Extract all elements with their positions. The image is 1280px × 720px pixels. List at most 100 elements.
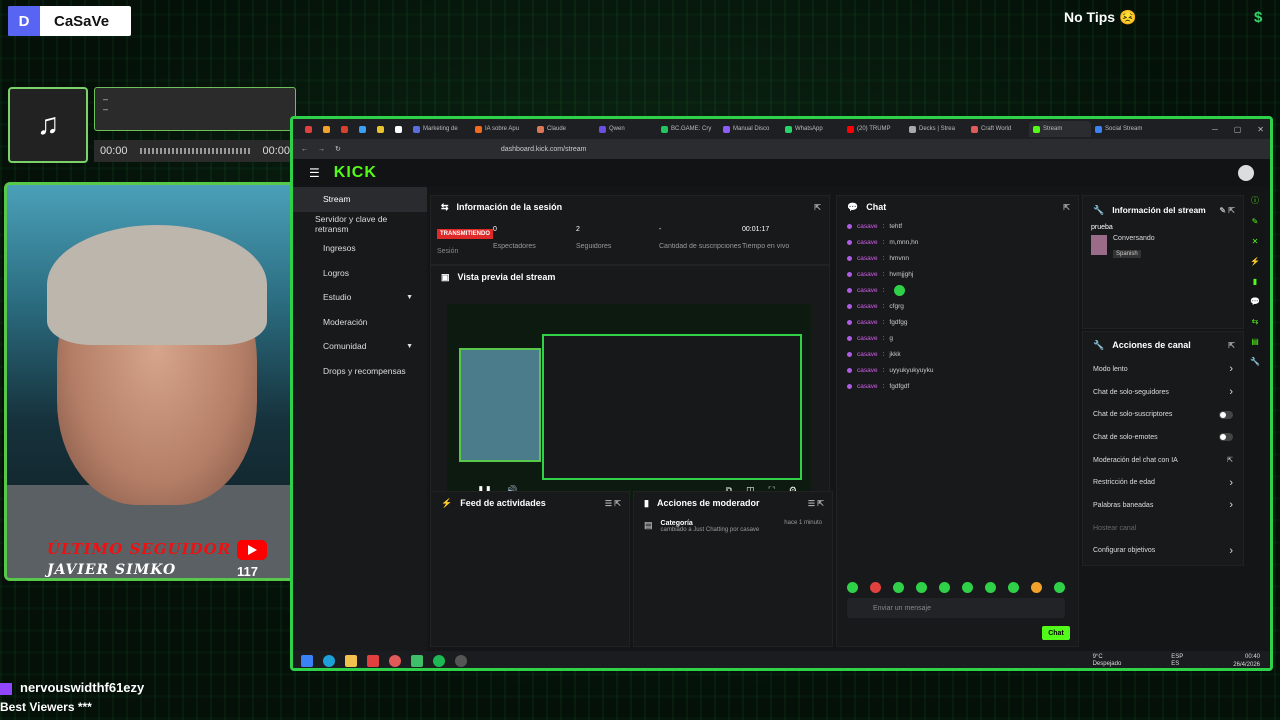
toggle-switch[interactable] [1219,433,1233,442]
chat-popout-icon[interactable]: ⇱ [1063,203,1070,212]
toggle-switch[interactable] [1219,410,1233,419]
menu-icon[interactable]: ☰ [309,166,320,180]
browser-tab[interactable]: Social Stream [1091,121,1153,137]
swap-icon[interactable]: ⇆ [1252,317,1259,326]
browser-tab[interactable] [373,121,391,137]
channel-actions-popout-icon[interactable]: ⇱ [1228,341,1235,350]
close-rail-icon[interactable]: ✕ [1252,237,1259,246]
chat-username[interactable]: casave [857,319,878,326]
browser-tab[interactable]: Qwen [595,121,657,137]
folder-icon[interactable] [345,655,357,667]
maximize-icon[interactable]: ▢ [1234,125,1242,134]
browser-tab[interactable]: Craft World [967,121,1029,137]
chat-username[interactable]: casave [857,303,878,310]
edit-icon[interactable]: ✎ ⇱ [1219,206,1235,215]
sidebar-item[interactable]: Drops y recompensas [293,359,427,384]
browser-tab[interactable]: Marketing de [409,121,471,137]
emote-icon[interactable] [985,582,996,593]
channel-action[interactable]: Chat de solo-suscriptores [1083,403,1243,426]
chat-username[interactable]: casave [857,335,878,342]
sidebar-item[interactable]: Moderación [293,310,427,335]
sidebar-item[interactable]: Servidor y clave de retransm [293,212,427,237]
browser-tab[interactable] [391,121,409,137]
emote-icon[interactable] [1008,582,1019,593]
chat-input[interactable]: Enviar un mensaje [847,598,1065,618]
channel-action[interactable]: Configurar objetivos › [1083,540,1243,563]
browser-tab[interactable]: Stream [1029,121,1091,137]
channel-action[interactable]: Chat de solo-emotes [1083,426,1243,449]
follower-count: 117 [237,564,258,579]
browser-tab[interactable]: Manual Disco [719,121,781,137]
sidebar-item[interactable]: Ingresos [293,236,427,261]
info-icon[interactable]: ⓘ [1251,195,1259,206]
feed-filter-icon[interactable]: ☰ ⇱ [605,499,621,508]
layout-icon[interactable]: ▤ [1251,337,1259,346]
channel-action[interactable]: Restricción de edad › [1083,471,1243,494]
minimize-icon[interactable]: ─ [1212,125,1218,134]
stream-preview[interactable]: ❚❚ 🔊 ⧉ ◫ ⛶ ⚙ [447,304,811,500]
chat-username[interactable]: casave [857,255,878,262]
emote-icon[interactable] [962,582,973,593]
app-icon[interactable] [389,655,401,667]
user-badge-icon [847,335,852,341]
emote-icon[interactable] [916,582,927,593]
brave-icon[interactable] [367,655,379,667]
forward-icon[interactable]: → [318,146,325,153]
chat-username[interactable]: casave [857,223,878,230]
back-icon[interactable]: ← [301,146,308,153]
chat-username[interactable]: casave [857,383,878,390]
start-icon[interactable] [301,655,313,667]
chat-username[interactable]: casave [857,271,878,278]
user-avatar[interactable] [1238,165,1254,181]
sidebar-item[interactable]: Comunidad ▼ [293,334,427,359]
chat-send-button[interactable]: Chat [1042,626,1070,640]
sidebar-item[interactable]: Estudio ▼ [293,285,427,310]
channel-action[interactable]: Moderación del chat con IA ⇱ [1083,449,1243,472]
chat-username[interactable]: casave [857,367,878,374]
browser-tab[interactable] [301,121,319,137]
chat-messages: casave: tehtf casave: m,mnn,hn casave: hmvnn c… [837,218,1078,394]
browser-tab[interactable] [319,121,337,137]
channel-action[interactable]: Palabras baneadas › [1083,494,1243,517]
browser-tab[interactable] [355,121,373,137]
emote-icon[interactable] [893,582,904,593]
browser-tab[interactable]: (20) TRUMP [843,121,905,137]
browser-tab[interactable]: WhatsApp [781,121,843,137]
obs-icon[interactable] [455,655,467,667]
chat-rail-icon[interactable]: 💬 [1250,297,1260,306]
tab-favicon-icon [661,125,668,133]
emote-icon[interactable] [1054,582,1065,593]
spotify-icon[interactable] [433,655,445,667]
wrench-rail-icon[interactable]: 🔧 [1250,357,1260,366]
browser-tab[interactable]: BC.GAME: Cry [657,121,719,137]
browser-tab[interactable]: IA sobre Apu [471,121,533,137]
bolt-icon[interactable]: ⚡ [1250,257,1260,266]
browser-tab[interactable]: Claude [533,121,595,137]
kick-logo[interactable]: KICK [334,164,377,182]
reload-icon[interactable]: ↻ [335,145,341,153]
browser-tab[interactable] [337,121,355,137]
sidebar-item[interactable]: Stream [293,187,427,212]
app2-icon[interactable] [411,655,423,667]
url-field[interactable]: dashboard.kick.com/stream [501,146,587,153]
chat-username[interactable]: casave [857,287,878,294]
clock[interactable]: 00:40 26/4/2026 [1233,653,1260,668]
right-rail: ⓘ ✎ ✕ ⚡ ▮ 💬 ⇆ ▤ 🔧 [1240,187,1270,366]
emote-icon[interactable] [847,582,858,593]
chat-username[interactable]: casave [857,239,878,246]
emote-icon[interactable] [939,582,950,593]
emote-icon[interactable] [870,582,881,593]
browser-tab[interactable]: Decks | Strea [905,121,967,137]
chat-username[interactable]: casave [857,351,878,358]
sidebar-item[interactable]: Logros [293,261,427,286]
trash-icon[interactable]: ▮ [1253,277,1257,286]
emote-icon[interactable] [1031,582,1042,593]
mod-filter-icon[interactable]: ☰ ⇱ [808,499,824,508]
edge-icon[interactable] [323,655,335,667]
close-icon[interactable]: ✕ [1257,125,1264,134]
expand-icon[interactable]: ⇱ [814,203,821,212]
channel-action[interactable]: Chat de solo-seguidores › [1083,381,1243,404]
channel-action[interactable]: Modo lento › [1083,358,1243,381]
pencil-icon[interactable]: ✎ [1252,217,1259,226]
language[interactable]: ESP ES [1171,654,1183,668]
